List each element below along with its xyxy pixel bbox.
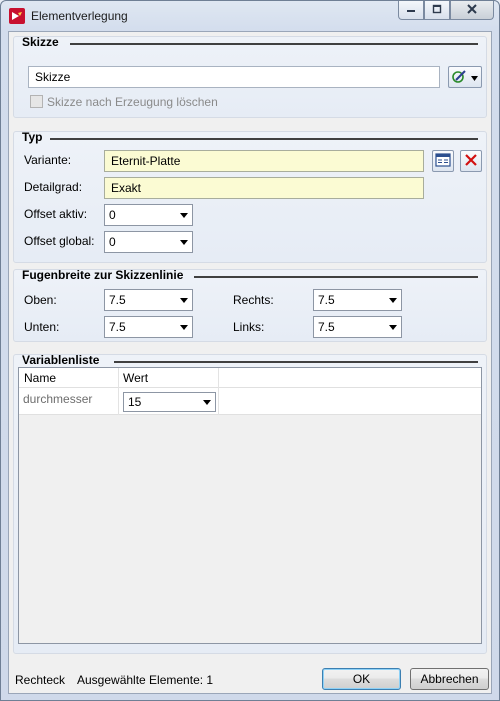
column-divider[interactable] xyxy=(218,368,219,388)
chevron-down-icon xyxy=(180,213,188,218)
variablenliste-group: Variablenliste Name Wert durchmesser 15 xyxy=(13,353,487,654)
cancel-button[interactable]: Abbrechen xyxy=(410,668,489,690)
oben-label: Oben: xyxy=(24,293,57,307)
variable-value: 15 xyxy=(128,395,142,409)
links-value: 7.5 xyxy=(318,320,335,334)
delete-variant-button[interactable] xyxy=(460,150,482,172)
offset-global-select[interactable]: 0 xyxy=(104,231,193,253)
group-divider xyxy=(114,361,478,363)
window-title: Elementverlegung xyxy=(31,9,128,23)
sketch-tool-button[interactable] xyxy=(448,66,482,88)
links-select[interactable]: 7.5 xyxy=(313,316,402,338)
offset-aktiv-label: Offset aktiv: xyxy=(24,207,88,221)
chevron-down-icon xyxy=(180,325,188,330)
offset-aktiv-value: 0 xyxy=(109,208,116,222)
rechts-select[interactable]: 7.5 xyxy=(313,289,402,311)
variable-name-cell: durchmesser xyxy=(23,392,93,406)
rechts-value: 7.5 xyxy=(318,293,335,307)
table-row[interactable]: durchmesser 15 xyxy=(19,388,481,415)
chevron-down-icon xyxy=(389,325,397,330)
maximize-button[interactable] xyxy=(424,1,450,20)
catalog-icon xyxy=(435,152,451,170)
offset-aktiv-select[interactable]: 0 xyxy=(104,204,193,226)
offset-global-value: 0 xyxy=(109,235,116,249)
fugenbreite-group-title: Fugenbreite zur Skizzenlinie xyxy=(22,268,184,282)
column-header-wert[interactable]: Wert xyxy=(123,371,148,385)
catalog-button[interactable] xyxy=(432,150,454,172)
sketch-tool-icon xyxy=(452,68,468,87)
app-icon xyxy=(9,8,25,24)
variablenliste-group-title: Variablenliste xyxy=(22,353,100,367)
unten-value: 7.5 xyxy=(109,320,126,334)
offset-global-label: Offset global: xyxy=(24,234,95,248)
column-divider xyxy=(218,388,219,415)
minimize-button[interactable] xyxy=(398,1,424,20)
skizze-group: Skizze Skizze Skizze nach Erzeugung lösc… xyxy=(13,35,487,118)
close-icon xyxy=(466,3,478,18)
table-header: Name Wert xyxy=(19,368,481,388)
detailgrad-label: Detailgrad: xyxy=(24,180,83,194)
group-divider xyxy=(50,138,478,140)
variable-value-select[interactable]: 15 xyxy=(123,392,216,412)
chevron-down-icon xyxy=(471,70,478,84)
column-divider xyxy=(118,388,119,415)
rechts-label: Rechts: xyxy=(233,293,274,307)
variante-label: Variante: xyxy=(24,153,72,167)
selected-count-status: Ausgewählte Elemente: 1 xyxy=(77,673,214,687)
typ-group-title: Typ xyxy=(22,130,43,144)
title-bar[interactable]: Elementverlegung xyxy=(1,1,499,31)
delete-x-icon xyxy=(464,153,478,170)
column-divider[interactable] xyxy=(118,368,119,388)
chevron-down-icon xyxy=(389,298,397,303)
minimize-icon xyxy=(406,4,416,17)
ok-button[interactable]: OK xyxy=(322,668,401,690)
chevron-down-icon xyxy=(180,240,188,245)
group-divider xyxy=(194,276,478,278)
oben-select[interactable]: 7.5 xyxy=(104,289,193,311)
skizze-delete-checkbox[interactable] xyxy=(30,95,43,108)
variable-table[interactable]: Name Wert durchmesser 15 xyxy=(18,367,482,644)
typ-group: Typ Variante: Eternit-Platte Detailgrad:… xyxy=(13,130,487,263)
column-header-name[interactable]: Name xyxy=(24,371,56,385)
skizze-input[interactable]: Skizze xyxy=(28,66,440,88)
variante-field[interactable]: Eternit-Platte xyxy=(104,150,424,172)
oben-value: 7.5 xyxy=(109,293,126,307)
dialog-content: Skizze Skizze Skizze nach Erzeugung lösc… xyxy=(8,31,492,694)
detailgrad-field[interactable]: Exakt xyxy=(104,177,424,199)
fugenbreite-group: Fugenbreite zur Skizzenlinie Oben: 7.5 R… xyxy=(13,268,487,342)
unten-label: Unten: xyxy=(24,320,60,334)
links-label: Links: xyxy=(233,320,265,334)
group-divider xyxy=(70,43,478,45)
unten-select[interactable]: 7.5 xyxy=(104,316,193,338)
close-button[interactable] xyxy=(450,1,494,20)
chevron-down-icon xyxy=(180,298,188,303)
skizze-group-title: Skizze xyxy=(22,35,59,49)
chevron-down-icon xyxy=(203,400,211,405)
shape-status: Rechteck xyxy=(15,673,66,687)
skizze-delete-label: Skizze nach Erzeugung löschen xyxy=(47,95,218,109)
dialog-window: Elementverlegung Skizze Skizze Skizze na… xyxy=(0,0,500,701)
maximize-icon xyxy=(432,4,442,17)
